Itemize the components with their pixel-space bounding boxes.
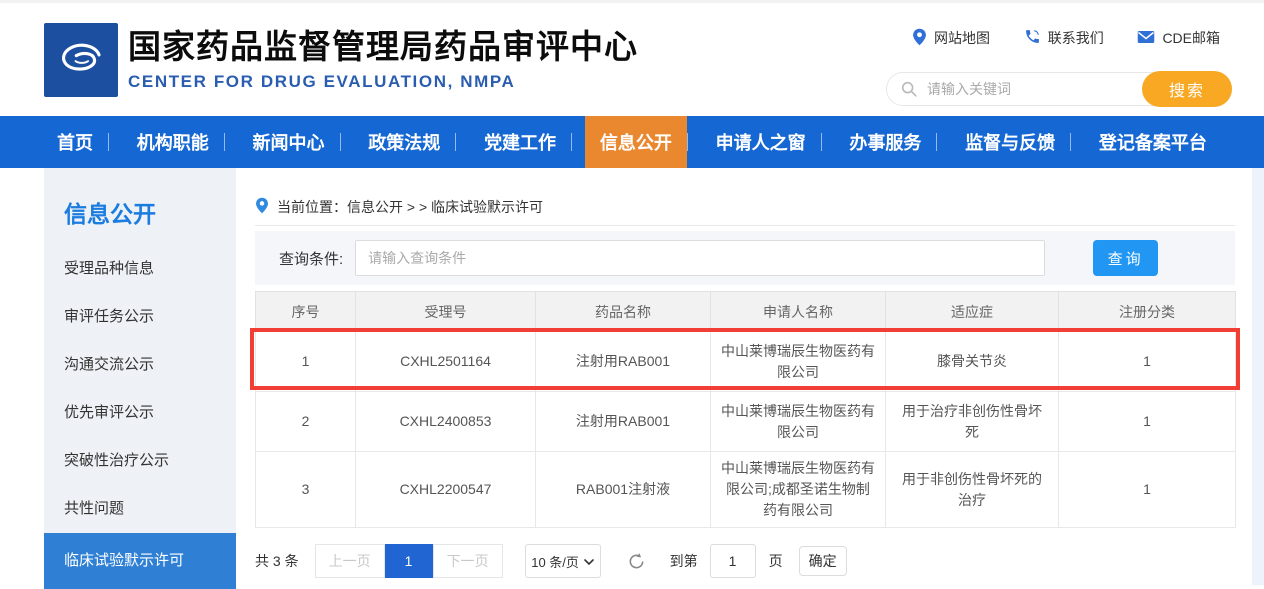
main-area: 信息公开 受理品种信息 审评任务公示 沟通交流公示 优先审评公示 突破性治疗公示… [0,168,1264,585]
cell-registration-category: 1 [1059,452,1236,528]
header-right: 网站地图 联系我们 CDE邮箱 [886,27,1232,107]
pagination: 共 3 条 上一页 1 下一页 10 条/页 到第 页 [255,544,1235,578]
table-row[interactable]: 3 CXHL2200547 RAB001注射液 中山莱博瑞辰生物医药有限公司;成… [256,452,1236,528]
page-size-select[interactable]: 10 条/页 [525,544,601,578]
main-nav-list: 首页 机构职能 新闻中心 政策法规 党建工作 信息公开 申请人之窗 办事服务 监… [0,116,1264,168]
goto-page-input[interactable] [710,544,756,578]
logo-swirl-icon [52,29,110,92]
sidebar-item-clinical-trial-implied-license[interactable]: 临床试验默示许可 [44,533,236,589]
cell-serial: 1 [256,332,356,392]
sidebar-item-communication[interactable]: 沟通交流公示 [44,341,236,389]
col-acceptance-number: 受理号 [356,292,536,332]
prev-page-button[interactable]: 上一页 [315,544,385,578]
cell-acceptance-number: CXHL2200547 [356,452,536,528]
breadcrumb-pin-icon [255,197,269,217]
contact-label: 联系我们 [1048,28,1104,48]
query-button[interactable]: 查询 [1093,240,1158,276]
col-applicant-name: 申请人名称 [711,292,886,332]
cell-indication: 膝骨关节炎 [886,332,1059,392]
sitemap-link[interactable]: 网站地图 [912,28,990,49]
refresh-icon[interactable] [627,552,646,571]
col-registration-category: 注册分类 [1059,292,1236,332]
cell-indication: 用于非创伤性骨坏死的治疗 [886,452,1059,528]
search-icon [900,80,918,103]
cell-drug-name: 注射用RAB001 [536,332,711,392]
nav-item-applicant-window[interactable]: 申请人之窗 [701,116,821,168]
nav-item-policies[interactable]: 政策法规 [353,116,455,168]
page-size-label: 10 条/页 [531,552,579,571]
cell-registration-category: 1 [1059,332,1236,392]
cell-serial: 3 [256,452,356,528]
cell-applicant-name: 中山莱博瑞辰生物医药有限公司 [711,392,886,452]
location-pin-icon [912,28,927,49]
query-label: 查询条件: [279,248,343,269]
sidebar-item-common-issues[interactable]: 共性问题 [44,485,236,533]
sidebar-item-accepted-varieties[interactable]: 受理品种信息 [44,245,236,293]
table-row[interactable]: 2 CXHL2400853 注射用RAB001 中山莱博瑞辰生物医药有限公司 用… [256,392,1236,452]
next-page-button[interactable]: 下一页 [433,544,503,578]
search-button[interactable]: 搜索 [1142,71,1232,107]
phone-icon [1024,28,1041,48]
mail-icon [1137,30,1155,47]
mailbox-link[interactable]: CDE邮箱 [1137,28,1220,48]
col-serial: 序号 [256,292,356,332]
cell-applicant-name: 中山莱博瑞辰生物医药有限公司;成都圣诺生物制药有限公司 [711,452,886,528]
page: 国家药品监督管理局药品审评中心 CENTER FOR DRUG EVALUATI… [0,0,1264,585]
total-count-label: 共 3 条 [255,551,299,571]
nav-item-services[interactable]: 办事服务 [834,116,936,168]
nav-item-supervision-feedback[interactable]: 监督与反馈 [950,116,1070,168]
quick-links: 网站地图 联系我们 CDE邮箱 [886,27,1232,49]
goto-page-label: 到第 [670,551,698,571]
col-drug-name: 药品名称 [536,292,711,332]
sidebar: 信息公开 受理品种信息 审评任务公示 沟通交流公示 优先审评公示 突破性治疗公示… [44,168,236,585]
cell-acceptance-number: CXHL2400853 [356,392,536,452]
contact-link[interactable]: 联系我们 [1024,28,1104,48]
table-header-row: 序号 受理号 药品名称 申请人名称 适应症 注册分类 [256,292,1236,332]
breadcrumb: 当前位置：信息公开 > > 临床试验默示许可 [255,168,1235,226]
nav-item-party-building[interactable]: 党建工作 [469,116,571,168]
sidebar-item-priority-review[interactable]: 优先审评公示 [44,389,236,437]
cell-indication: 用于治疗非创伤性骨坏死 [886,392,1059,452]
results-table-wrap: 序号 受理号 药品名称 申请人名称 适应症 注册分类 1 CXHL2501164 [255,291,1235,528]
nav-item-registration-platform[interactable]: 登记备案平台 [1084,116,1222,168]
current-page-button[interactable]: 1 [385,544,433,578]
sidebar-item-review-tasks[interactable]: 审评任务公示 [44,293,236,341]
cell-acceptance-number: CXHL2501164 [356,332,536,392]
mailbox-label: CDE邮箱 [1162,28,1220,48]
sidebar-item-breakthrough-therapy[interactable]: 突破性治疗公示 [44,437,236,485]
pager: 上一页 1 下一页 [315,544,503,578]
confirm-button[interactable]: 确定 [799,546,847,576]
sitemap-label: 网站地图 [934,28,990,48]
cde-logo [44,23,118,97]
sidebar-menu: 受理品种信息 审评任务公示 沟通交流公示 优先审评公示 突破性治疗公示 共性问题… [44,245,236,589]
sidebar-title: 信息公开 [44,168,236,245]
col-indication: 适应症 [886,292,1059,332]
query-input[interactable] [355,240,1045,276]
chevron-down-icon [584,554,594,569]
nav-item-home[interactable]: 首页 [42,116,108,168]
site-header: 国家药品监督管理局药品审评中心 CENTER FOR DRUG EVALUATI… [0,3,1264,116]
query-bar: 查询条件: 查询 [255,231,1235,285]
nav-item-information-disclosure[interactable]: 信息公开 [585,116,687,168]
header-search: 搜索 [886,71,1232,107]
results-table: 序号 受理号 药品名称 申请人名称 适应症 注册分类 1 CXHL2501164 [255,291,1236,528]
content: 当前位置：信息公开 > > 临床试验默示许可 查询条件: 查询 序号 受理号 药… [255,168,1235,585]
breadcrumb-text: 当前位置：信息公开 > > 临床试验默示许可 [277,197,543,217]
cell-registration-category: 1 [1059,392,1236,452]
table-row[interactable]: 1 CXHL2501164 注射用RAB001 中山莱博瑞辰生物医药有限公司 膝… [256,332,1236,392]
nav-item-news[interactable]: 新闻中心 [238,116,340,168]
site-subtitle: CENTER FOR DRUG EVALUATION, NMPA [128,72,638,92]
page-right-gutter [1252,168,1264,585]
site-titles: 国家药品监督管理局药品审评中心 CENTER FOR DRUG EVALUATI… [128,27,638,92]
cell-drug-name: RAB001注射液 [536,452,711,528]
nav-item-functions[interactable]: 机构职能 [122,116,224,168]
cell-drug-name: 注射用RAB001 [536,392,711,452]
cell-applicant-name: 中山莱博瑞辰生物医药有限公司 [711,332,886,392]
site-title: 国家药品监督管理局药品审评中心 [128,27,638,67]
goto-page-suffix: 页 [769,551,783,571]
cell-serial: 2 [256,392,356,452]
main-nav: 首页 机构职能 新闻中心 政策法规 党建工作 信息公开 申请人之窗 办事服务 监… [0,116,1264,168]
